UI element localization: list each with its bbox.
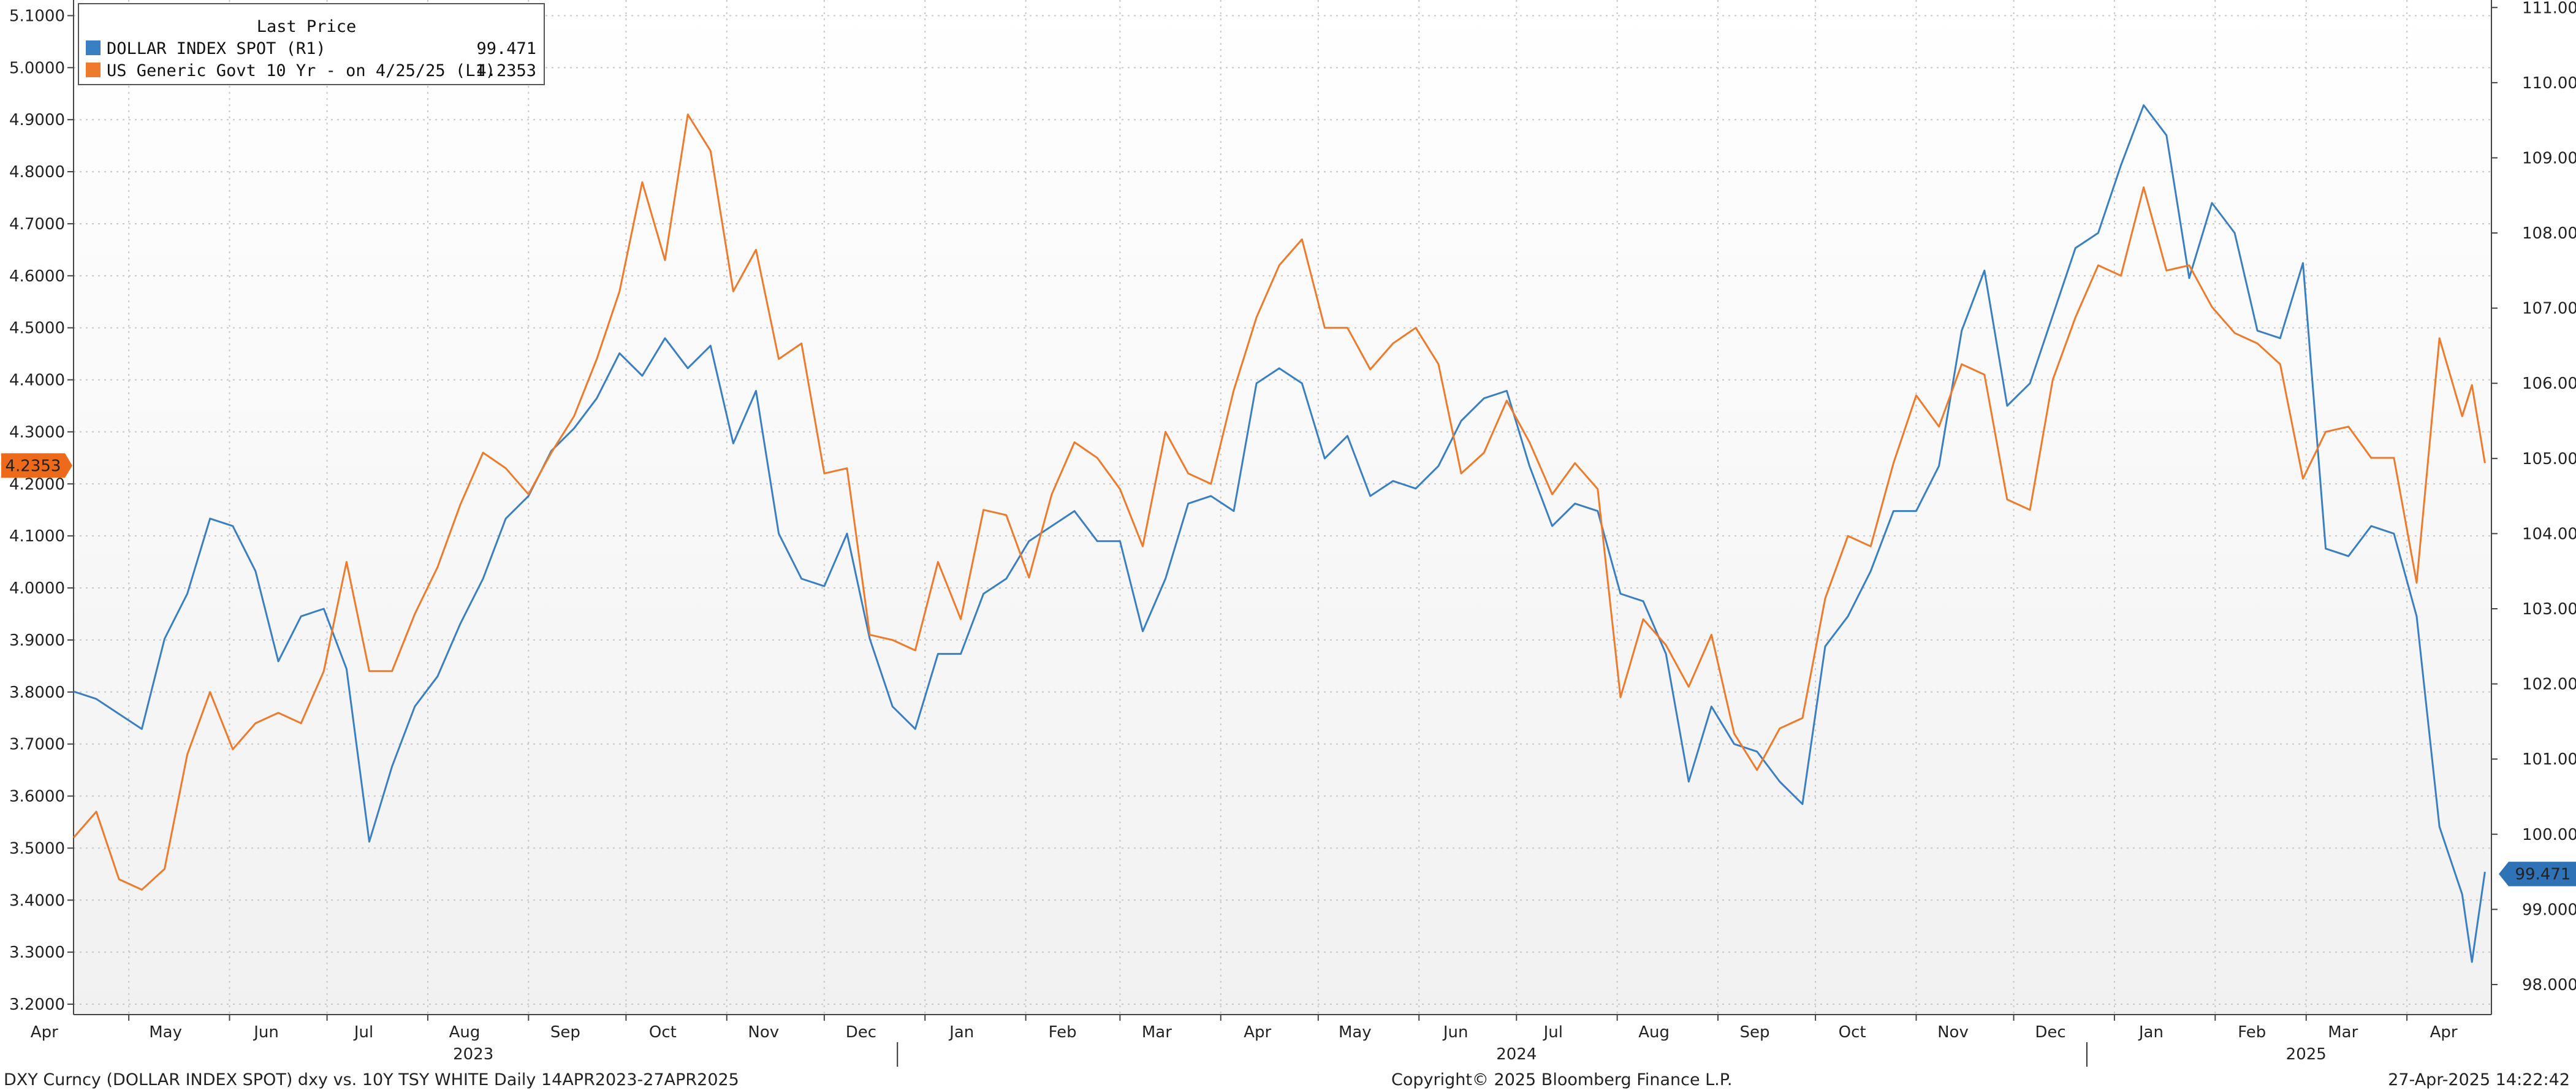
left-tick-label: 3.2000 bbox=[9, 996, 65, 1014]
right-tick-label: 103.000 bbox=[2522, 600, 2576, 619]
legend-label-dxy: DOLLAR INDEX SPOT (R1) bbox=[107, 39, 326, 58]
x-month-label: Jan bbox=[2138, 1023, 2164, 1042]
right-tick-label: 104.000 bbox=[2522, 525, 2576, 543]
left-tick-label: 3.8000 bbox=[9, 684, 65, 702]
left-tick-label: 3.4000 bbox=[9, 891, 65, 910]
left-tick-label: 4.6000 bbox=[9, 267, 65, 286]
left-tick-label: 4.7000 bbox=[9, 215, 65, 234]
left-tick-label: 3.7000 bbox=[9, 736, 65, 754]
x-month-label: Nov bbox=[748, 1023, 779, 1042]
x-month-label: Jun bbox=[1442, 1023, 1468, 1042]
line-chart: 3.2000 3.3000 3.4000 3.5000 3.6000 3.7000 3.80… bbox=[1, 0, 2576, 1067]
left-tick-label: 4.9000 bbox=[9, 111, 65, 129]
footer-copyright: Copyright© 2025 Bloomberg Finance L.P. bbox=[1391, 1070, 1733, 1089]
chart-footer: DXY Curncy (DOLLAR INDEX SPOT) dxy vs. 1… bbox=[0, 1068, 2576, 1090]
legend: Last Price DOLLAR INDEX SPOT (R1) 99.471… bbox=[78, 3, 545, 85]
legend-title: Last Price bbox=[257, 17, 357, 36]
left-tick-label: 4.5000 bbox=[9, 319, 65, 338]
left-tick-label: 3.3000 bbox=[9, 943, 65, 962]
right-tick-label: 106.000 bbox=[2522, 375, 2576, 393]
plot-background bbox=[74, 0, 2491, 1015]
left-tick-label: 4.8000 bbox=[9, 163, 65, 181]
x-month-label: Jul bbox=[353, 1023, 373, 1042]
x-month-label: May bbox=[149, 1023, 182, 1042]
right-tick-label: 99.000 bbox=[2522, 901, 2576, 919]
left-tick-label: 4.2000 bbox=[9, 475, 65, 494]
left-tick-label: 3.5000 bbox=[9, 839, 65, 858]
x-month-label: Aug bbox=[449, 1023, 481, 1042]
x-year-label: 2025 bbox=[2286, 1045, 2327, 1064]
footer-description: DXY Curncy (DOLLAR INDEX SPOT) dxy vs. 1… bbox=[4, 1070, 739, 1089]
x-month-label: Apr bbox=[1244, 1023, 1271, 1042]
right-tick-label: 98.000 bbox=[2522, 976, 2576, 994]
right-tick-label: 107.000 bbox=[2522, 300, 2576, 318]
x-month-label: Mar bbox=[1142, 1023, 1172, 1042]
right-tick-label: 110.000 bbox=[2522, 74, 2576, 93]
legend-swatch-tsy bbox=[86, 63, 101, 77]
legend-swatch-dxy bbox=[86, 40, 101, 55]
x-month-label: Feb bbox=[2238, 1023, 2266, 1042]
right-tick-label: 109.000 bbox=[2522, 149, 2576, 167]
x-month-label: Sep bbox=[550, 1023, 580, 1042]
left-tick-label: 5.1000 bbox=[9, 7, 65, 25]
right-tick-label: 108.000 bbox=[2522, 224, 2576, 243]
dxy-last-value-text: 99.471 bbox=[2515, 866, 2571, 884]
x-month-label: Mar bbox=[2328, 1023, 2358, 1042]
legend-value-tsy: 4.2353 bbox=[476, 61, 536, 80]
x-month-label: May bbox=[1339, 1023, 1372, 1042]
legend-value-dxy: 99.471 bbox=[476, 39, 536, 58]
x-month-label: Oct bbox=[649, 1023, 677, 1042]
x-month-label: Dec bbox=[846, 1023, 876, 1042]
left-tick-label: 4.3000 bbox=[9, 423, 65, 441]
x-month-label: Nov bbox=[1937, 1023, 1969, 1042]
x-month-label: Sep bbox=[1740, 1023, 1770, 1042]
dxy-last-value-badge-arrow bbox=[2499, 861, 2509, 886]
x-month-label: Oct bbox=[1839, 1023, 1866, 1042]
x-month-label: Dec bbox=[2035, 1023, 2065, 1042]
legend-label-tsy: US Generic Govt 10 Yr - on 4/25/25 (L1) bbox=[107, 61, 495, 80]
tsy-last-value-text: 4.2353 bbox=[6, 457, 61, 475]
x-month-label: Jul bbox=[1543, 1023, 1563, 1042]
x-month-label: Jun bbox=[253, 1023, 279, 1042]
tsy-last-value-badge-arrow bbox=[65, 453, 72, 478]
x-month-label: Aug bbox=[1638, 1023, 1670, 1042]
left-tick-label: 3.9000 bbox=[9, 631, 65, 650]
left-tick-label: 4.1000 bbox=[9, 527, 65, 546]
right-tick-label: 101.000 bbox=[2522, 750, 2576, 769]
x-month-label: Apr bbox=[31, 1023, 58, 1042]
left-tick-label: 4.0000 bbox=[9, 579, 65, 598]
footer-timestamp: 27-Apr-2025 14:22:42 bbox=[2388, 1070, 2570, 1089]
x-month-label: Jan bbox=[948, 1023, 974, 1042]
x-month-label: Feb bbox=[1049, 1023, 1077, 1042]
right-tick-label: 100.000 bbox=[2522, 826, 2576, 844]
x-year-label: 2024 bbox=[1496, 1045, 1537, 1064]
right-tick-label: 111.000 bbox=[2522, 0, 2576, 17]
left-tick-label: 4.4000 bbox=[9, 372, 65, 390]
left-tick-label: 5.0000 bbox=[9, 59, 65, 77]
right-tick-label: 102.000 bbox=[2522, 676, 2576, 694]
left-tick-label: 3.6000 bbox=[9, 788, 65, 806]
right-tick-label: 105.000 bbox=[2522, 450, 2576, 468]
x-month-label: Apr bbox=[2430, 1023, 2458, 1042]
x-year-label: 2023 bbox=[453, 1045, 493, 1064]
